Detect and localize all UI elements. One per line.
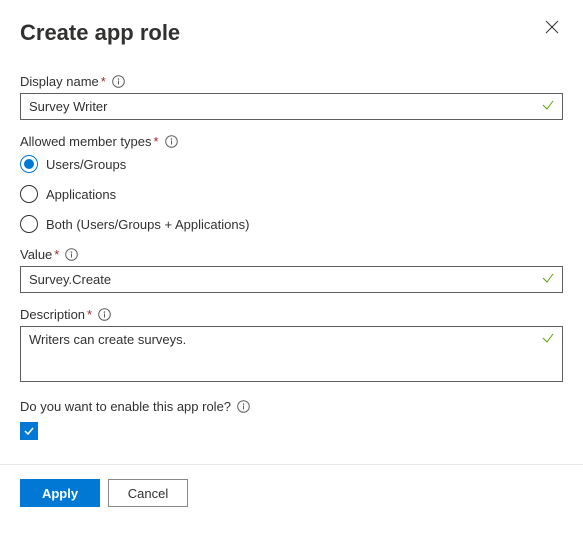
- value-input[interactable]: [20, 266, 563, 293]
- radio-users-groups[interactable]: Users/Groups: [20, 155, 563, 173]
- close-icon: [545, 20, 559, 34]
- enable-checkbox[interactable]: [20, 422, 38, 440]
- display-name-label: Display name: [20, 74, 99, 89]
- radio-icon: [20, 215, 38, 233]
- required-mark: *: [87, 307, 92, 322]
- apply-button[interactable]: Apply: [20, 479, 100, 507]
- cancel-button[interactable]: Cancel: [108, 479, 188, 507]
- required-mark: *: [101, 74, 106, 89]
- required-mark: *: [154, 134, 159, 149]
- value-label: Value: [20, 247, 52, 262]
- display-name-input[interactable]: [20, 93, 563, 120]
- radio-icon: [20, 185, 38, 203]
- info-icon[interactable]: [165, 135, 178, 148]
- radio-label: Users/Groups: [46, 157, 126, 172]
- radio-label: Both (Users/Groups + Applications): [46, 217, 249, 232]
- page-title: Create app role: [20, 20, 180, 46]
- enable-label: Do you want to enable this app role?: [20, 399, 231, 414]
- info-icon[interactable]: [65, 248, 78, 261]
- description-label: Description: [20, 307, 85, 322]
- required-mark: *: [54, 247, 59, 262]
- description-input[interactable]: [20, 326, 563, 382]
- radio-label: Applications: [46, 187, 116, 202]
- radio-icon: [20, 155, 38, 173]
- allowed-types-label: Allowed member types: [20, 134, 152, 149]
- radio-both[interactable]: Both (Users/Groups + Applications): [20, 215, 563, 233]
- close-button[interactable]: [541, 16, 563, 41]
- info-icon[interactable]: [112, 75, 125, 88]
- check-icon: [23, 425, 35, 437]
- radio-applications[interactable]: Applications: [20, 185, 563, 203]
- info-icon[interactable]: [98, 308, 111, 321]
- info-icon[interactable]: [237, 400, 250, 413]
